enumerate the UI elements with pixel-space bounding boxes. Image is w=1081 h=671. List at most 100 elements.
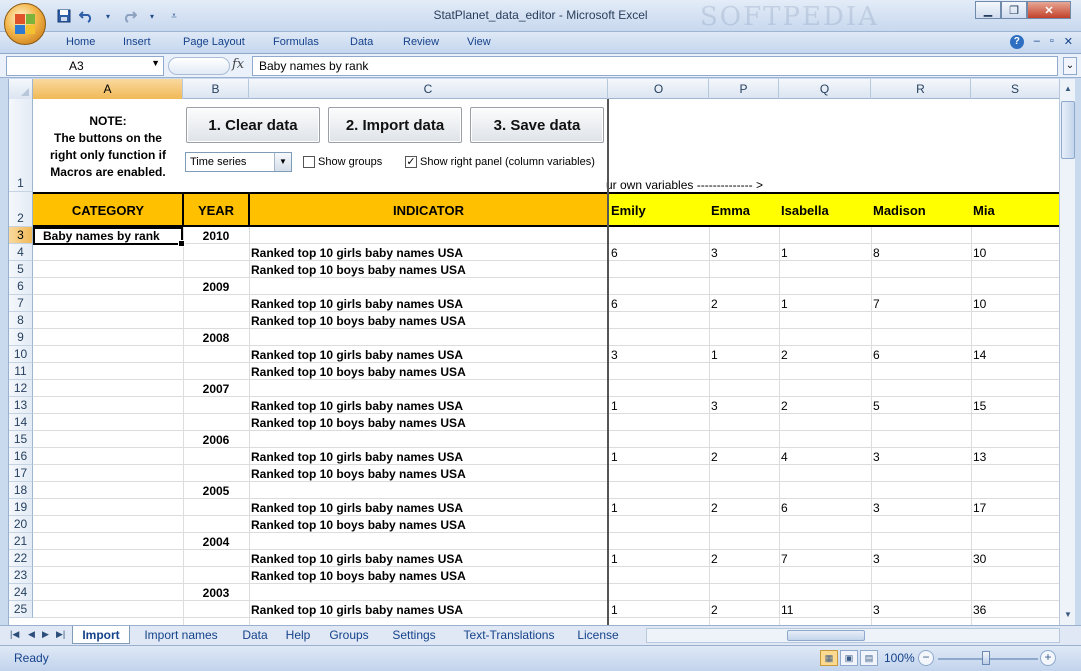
indicator-cell[interactable]: Ranked top 10 boys baby names USA [251, 263, 466, 277]
zoom-in-button[interactable]: + [1040, 650, 1056, 666]
year-cell[interactable]: 2010 [183, 229, 249, 243]
column-header-q[interactable]: Q [779, 79, 871, 99]
value-cell[interactable]: 15 [973, 399, 986, 413]
tab-view[interactable]: View [467, 36, 491, 48]
value-cell[interactable]: 2 [711, 297, 718, 311]
zoom-slider-thumb[interactable] [982, 651, 990, 665]
name-header-emma[interactable]: Emma [711, 203, 750, 218]
year-header[interactable]: YEAR [183, 203, 249, 218]
row-header[interactable]: 2 [9, 192, 33, 227]
row-header[interactable]: 23 [9, 567, 33, 584]
value-cell[interactable]: 2 [711, 603, 718, 617]
value-cell[interactable]: 1 [711, 348, 718, 362]
row-header[interactable]: 24 [9, 584, 33, 601]
indicator-cell[interactable]: Ranked top 10 boys baby names USA [251, 467, 466, 481]
row-header[interactable]: 5 [9, 261, 33, 278]
value-cell[interactable]: 3 [873, 450, 880, 464]
formula-bar-divider[interactable] [168, 57, 230, 75]
value-cell[interactable]: 14 [973, 348, 986, 362]
next-sheet-icon[interactable]: ▶ [42, 629, 49, 640]
value-cell[interactable]: 17 [973, 501, 986, 515]
sheet-tab-import[interactable]: Import [72, 626, 130, 644]
value-cell[interactable]: 3 [611, 348, 618, 362]
value-cell[interactable]: 1 [611, 399, 618, 413]
indicator-cell[interactable]: Ranked top 10 girls baby names USA [251, 297, 463, 311]
indicator-cell[interactable]: Ranked top 10 girls baby names USA [251, 399, 463, 413]
sheet-tab-text-translations[interactable]: Text-Translations [454, 626, 564, 644]
value-cell[interactable]: 1 [781, 297, 788, 311]
normal-view-icon[interactable]: ▦ [820, 650, 838, 666]
indicator-cell[interactable]: Ranked top 10 girls baby names USA [251, 348, 463, 362]
indicator-cell[interactable]: Ranked top 10 girls baby names USA [251, 246, 463, 260]
value-cell[interactable]: 3 [711, 246, 718, 260]
import-data-button[interactable]: 2. Import data [328, 107, 462, 143]
year-cell[interactable]: 2007 [183, 382, 249, 396]
sheet-tab-settings[interactable]: Settings [384, 626, 444, 644]
indicator-cell[interactable]: Ranked top 10 boys baby names USA [251, 518, 466, 532]
scroll-up-icon[interactable]: ▲ [1061, 81, 1075, 97]
indicator-cell[interactable]: Ranked top 10 boys baby names USA [251, 569, 466, 583]
row-header[interactable]: 22 [9, 550, 33, 567]
row-header[interactable]: 7 [9, 295, 33, 312]
name-header-mia[interactable]: Mia [973, 203, 995, 218]
sheet-tab-license[interactable]: License [572, 626, 624, 644]
expand-formula-bar-icon[interactable]: ⌄ [1063, 57, 1077, 75]
row-header[interactable]: 14 [9, 414, 33, 431]
year-cell[interactable]: 2008 [183, 331, 249, 345]
value-cell[interactable]: 10 [973, 297, 986, 311]
value-cell[interactable]: 7 [781, 552, 788, 566]
horizontal-scrollbar[interactable] [646, 628, 1060, 643]
column-header-b[interactable]: B [183, 79, 249, 99]
name-header-madison[interactable]: Madison [873, 203, 926, 218]
checkbox-box[interactable] [303, 156, 315, 168]
zoom-out-button[interactable]: − [918, 650, 934, 666]
sheet-tab-import-names[interactable]: Import names [134, 626, 228, 644]
chevron-down-icon[interactable]: ▼ [274, 153, 291, 171]
close-button[interactable]: ✕ [1027, 1, 1071, 19]
page-break-view-icon[interactable]: ▤ [860, 650, 878, 666]
value-cell[interactable]: 5 [873, 399, 880, 413]
restore-button[interactable]: ❐ [1001, 1, 1027, 19]
row-header[interactable]: 15 [9, 431, 33, 448]
value-cell[interactable]: 8 [873, 246, 880, 260]
scroll-down-icon[interactable]: ▼ [1061, 607, 1075, 623]
workbook-close-button[interactable]: ✕ [1064, 35, 1073, 49]
first-sheet-icon[interactable]: |◀ [10, 629, 19, 640]
value-cell[interactable]: 11 [781, 603, 793, 617]
value-cell[interactable]: 36 [973, 603, 986, 617]
row-header[interactable]: 12 [9, 380, 33, 397]
tab-home[interactable]: Home [66, 36, 95, 48]
clear-data-button[interactable]: 1. Clear data [186, 107, 320, 143]
value-cell[interactable]: 2 [781, 399, 788, 413]
help-icon[interactable]: ? [1009, 35, 1024, 49]
insert-function-icon[interactable]: fx [232, 57, 244, 72]
column-header-p[interactable]: P [709, 79, 779, 99]
indicator-header[interactable]: INDICATOR [249, 203, 608, 218]
value-cell[interactable]: 1 [781, 246, 788, 260]
value-cell[interactable]: 6 [611, 246, 618, 260]
row-header[interactable]: 10 [9, 346, 33, 363]
name-box[interactable]: A3 ▼ [6, 56, 164, 76]
column-header-a[interactable]: A [33, 79, 183, 99]
row-header[interactable]: 25 [9, 601, 33, 618]
value-cell[interactable]: 2 [781, 348, 788, 362]
value-cell[interactable]: 7 [873, 297, 880, 311]
vertical-scroll-thumb[interactable] [1061, 101, 1075, 159]
sheet-tab-data[interactable]: Data [236, 626, 274, 644]
row-header[interactable]: 21 [9, 533, 33, 550]
row-header[interactable]: 17 [9, 465, 33, 482]
workbook-minimize-button[interactable]: – [1034, 35, 1040, 49]
office-button[interactable] [4, 3, 46, 45]
column-header-r[interactable]: R [871, 79, 971, 99]
value-cell[interactable]: 1 [611, 501, 618, 515]
value-cell[interactable]: 3 [873, 552, 880, 566]
row-header[interactable]: 3 [9, 227, 33, 244]
value-cell[interactable]: 13 [973, 450, 986, 464]
name-header-isabella[interactable]: Isabella [781, 203, 829, 218]
value-cell[interactable]: 2 [711, 552, 718, 566]
value-cell[interactable]: 1 [611, 450, 618, 464]
value-cell[interactable]: 2 [711, 501, 718, 515]
tab-data[interactable]: Data [350, 36, 373, 48]
value-cell[interactable]: 6 [611, 297, 618, 311]
row-header[interactable]: 16 [9, 448, 33, 465]
